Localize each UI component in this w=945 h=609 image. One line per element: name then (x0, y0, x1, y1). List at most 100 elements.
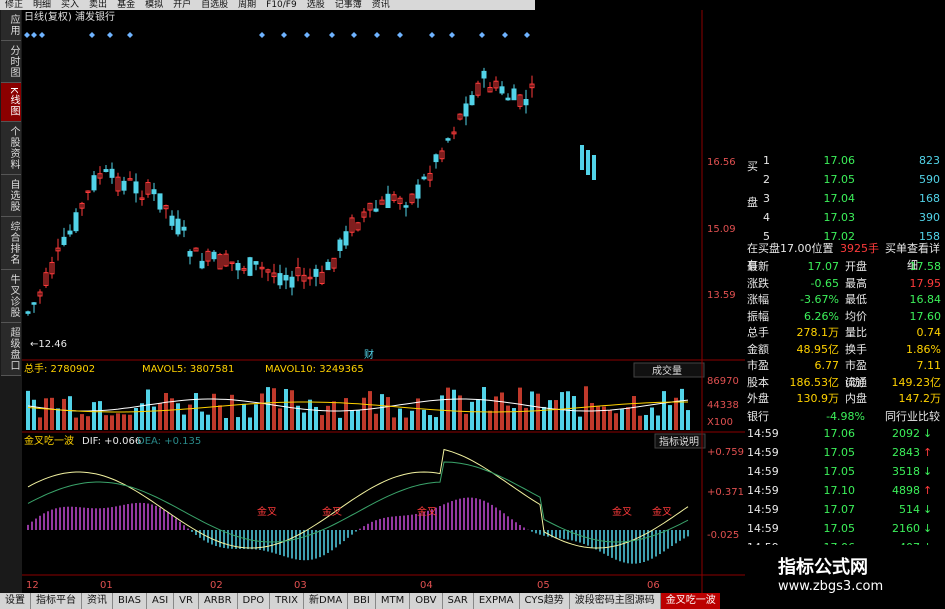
left-tab[interactable]: 个股资料 (1, 121, 21, 175)
toolbar-item[interactable]: 模拟 (140, 0, 168, 10)
indicator-tab[interactable]: CYS趋势 (520, 593, 570, 609)
volume-bar (650, 407, 654, 430)
price-label: 13.59 (707, 290, 736, 301)
volume-bar (320, 415, 324, 430)
toolbar-item[interactable]: 资讯 (367, 0, 395, 10)
candle-body (499, 86, 505, 94)
indicator-tab[interactable]: VR (174, 593, 199, 609)
indicator-tab[interactable]: 新DMA (304, 593, 349, 609)
indicator-tab[interactable]: TRIX (270, 593, 305, 609)
indicator-tab[interactable]: ASI (147, 593, 175, 609)
volume-bar (266, 387, 270, 430)
indicator-tab[interactable]: SAR (443, 593, 474, 609)
watermark-url: www.zbgs3.com (778, 579, 884, 594)
indicator-tab[interactable]: ARBR (199, 593, 238, 609)
candle-body (403, 205, 409, 208)
left-tab[interactable]: 分时图 (1, 41, 21, 83)
month-label: 12 (26, 580, 39, 591)
toolbar-item[interactable]: 基金 (112, 0, 140, 10)
volume-bar (644, 414, 648, 430)
volume-bar (368, 391, 372, 430)
volume-bar (164, 392, 168, 430)
toolbar-item[interactable]: 卖出 (84, 0, 112, 10)
volume-bar (200, 411, 204, 430)
watermark: 指标公式网 www.zbgs3.com (748, 545, 945, 605)
toolbar-item[interactable]: 明细 (28, 0, 56, 10)
volume-bar (80, 414, 84, 430)
candle-body (433, 154, 439, 163)
indicator-tab[interactable]: 资讯 (82, 593, 113, 609)
indicator-tab[interactable]: OBV (410, 593, 443, 609)
chart-area: 日线(复权) 浦发银行 16.56 15.09 13.59 ←12.46 财 总手: 2… (22, 10, 745, 593)
volume-bar (236, 417, 240, 430)
vol-mavol5: MAVOL5: 3807581 (142, 364, 234, 375)
toolbar-item[interactable]: 买入 (56, 0, 84, 10)
volume-bar (428, 415, 432, 430)
volume-bar (272, 388, 276, 430)
volume-bar (338, 417, 342, 430)
toolbar-item[interactable]: 选股 (302, 0, 330, 10)
volume-bar (488, 410, 492, 430)
volume-bar (296, 405, 300, 430)
volume-bar (98, 401, 102, 430)
indicator-tab[interactable]: 波段密码主图源码 (570, 593, 661, 609)
candle-body (385, 193, 391, 209)
toolbar-item[interactable]: 自选股 (196, 0, 233, 10)
candle-body (25, 311, 31, 314)
volume-bar (68, 396, 72, 430)
left-tab[interactable]: 超级盘口 (1, 322, 21, 376)
volume-axis-label: X100 (707, 417, 733, 428)
volume-bar (158, 403, 162, 430)
volume-bar (518, 387, 522, 430)
macd-dif: DIF: +0.066 (82, 436, 141, 447)
candle-body (175, 218, 181, 235)
vol-mavol10: MAVOL10: 3249365 (265, 364, 364, 375)
month-label: 01 (100, 580, 113, 591)
stat-row: 最新 17.07 开盘 17.58 (747, 260, 941, 273)
left-tab[interactable]: 综合排名 (1, 216, 21, 270)
indicator-tab[interactable]: BIAS (113, 593, 147, 609)
indicator-tab[interactable]: 设置 (0, 593, 31, 609)
volume-bar (614, 413, 618, 430)
left-tab[interactable]: 自选股 (1, 174, 21, 217)
tick-row: 14:59 17.05 2160 ↓ (747, 522, 933, 535)
indicator-tab[interactable]: 金叉吃一波 (660, 593, 720, 609)
indicator-tab[interactable]: EXPMA (474, 593, 520, 609)
left-tab[interactable]: 应用 (1, 10, 21, 41)
volume-axis-label: 44338 (707, 400, 739, 411)
volume-bar (56, 408, 60, 430)
volume-bar (284, 389, 288, 430)
left-tab[interactable]: 牛叉诊股 (1, 269, 21, 323)
volume-button-label: 成交量 (652, 364, 682, 377)
left-tab[interactable]: K线图 (1, 83, 21, 122)
volume-bar (470, 401, 474, 430)
candle-body (169, 215, 175, 226)
watermark-title: 指标公式网 (778, 557, 868, 578)
volume-axis-label: 86970 (707, 376, 739, 387)
stat-row: 外盘 130.9万 内盘 147.2万 (747, 392, 941, 405)
volume-bar (386, 397, 390, 430)
volume-bar (50, 397, 54, 430)
toolbar-item[interactable]: 开户 (168, 0, 196, 10)
month-label: 03 (294, 580, 307, 591)
indicator-tab[interactable]: 指标平台 (31, 593, 82, 609)
candle-body (313, 268, 319, 277)
industry-row: 银行 -4.98% 同行业比较 (747, 410, 940, 423)
candle-body (373, 208, 379, 212)
candle-body (469, 95, 475, 106)
indicator-tab[interactable]: BBI (348, 593, 376, 609)
volume-bar (668, 405, 672, 430)
volume-bar (140, 403, 144, 430)
bid-row: 2 17.05 590 (763, 173, 940, 186)
toolbar-item[interactable]: F10/F9 (261, 0, 302, 10)
candle-body (325, 261, 331, 271)
toolbar-item[interactable]: 记事簿 (330, 0, 367, 10)
toolbar-item[interactable]: 修正 (0, 0, 28, 10)
volume-bar (350, 410, 354, 430)
indicator-tab[interactable]: DPO (238, 593, 271, 609)
indicator-tab[interactable]: MTM (376, 593, 411, 609)
volume-bar (392, 417, 396, 430)
candle-body (67, 230, 73, 235)
candle-body (211, 251, 217, 260)
toolbar-item[interactable]: 周期 (233, 0, 261, 10)
